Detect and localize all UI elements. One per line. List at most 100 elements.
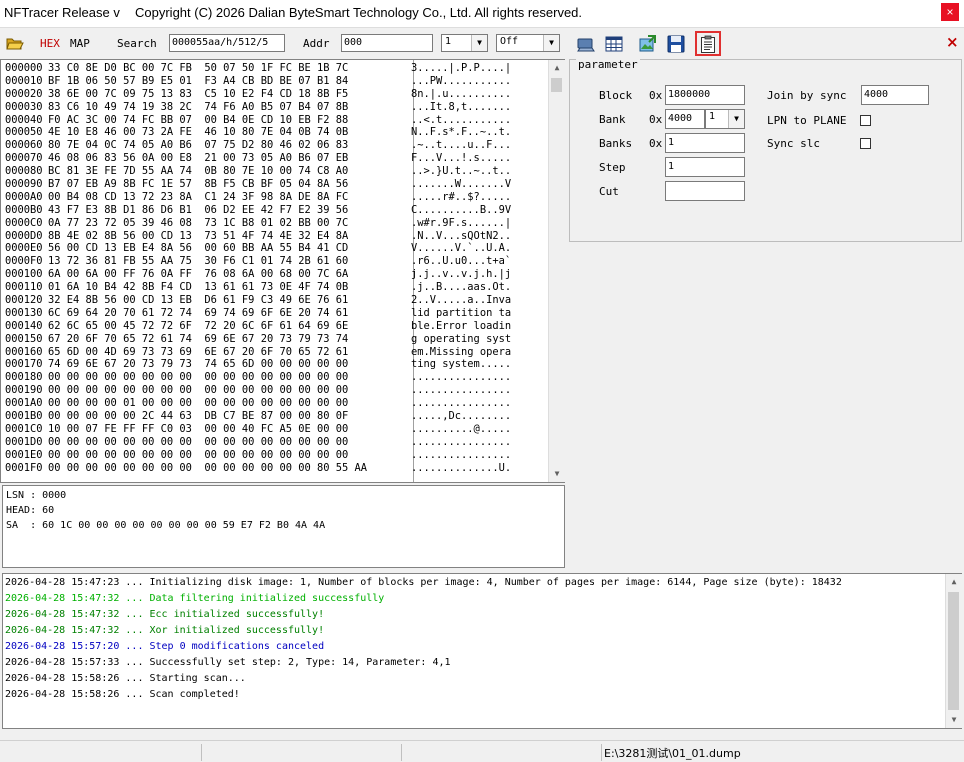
hex-row[interactable]: 0000D0 8B 4E 02 8B 56 00 CD 13 73 51 4F 7…: [5, 230, 529, 243]
hex-row-bytes[interactable]: 65 6D 00 4D 69 73 73 69 6E 67 20 6F 70 6…: [48, 346, 411, 359]
hex-row-ascii[interactable]: 8n.|.u..........: [411, 88, 529, 101]
hex-row-bytes[interactable]: 80 7E 04 0C 74 05 A0 B6 07 75 D2 80 46 0…: [48, 139, 411, 152]
save-icon[interactable]: [666, 34, 686, 54]
hex-row-bytes[interactable]: BF 1B 06 50 57 B9 E5 01 F3 A4 CB BD BE 0…: [48, 75, 411, 88]
hex-row[interactable]: 000070 46 08 06 83 56 0A 00 E8 21 00 73 0…: [5, 152, 529, 165]
hex-row-bytes[interactable]: 33 C0 8E D0 BC 00 7C FB 50 07 50 1F FC B…: [48, 62, 411, 75]
hex-row[interactable]: 0000A0 00 B4 08 CD 13 72 23 8A C1 24 3F 9…: [5, 191, 529, 204]
hex-row-bytes[interactable]: 32 E4 8B 56 00 CD 13 EB D6 61 F9 C3 49 6…: [48, 294, 411, 307]
hex-row-ascii[interactable]: .N..V...sQOtN2..: [411, 230, 529, 243]
hex-row-bytes[interactable]: B7 07 EB A9 8B FC 1E 57 8B F5 CB BF 05 0…: [48, 178, 411, 191]
hex-row-bytes[interactable]: 38 6E 00 7C 09 75 13 83 C5 10 E2 F4 CD 1…: [48, 88, 411, 101]
window-close-button[interactable]: ×: [941, 3, 959, 21]
bank-input[interactable]: 4000: [665, 109, 705, 129]
hex-row-bytes[interactable]: 00 00 00 00 00 00 00 00 00 00 00 00 00 0…: [48, 436, 411, 449]
mode-select[interactable]: Off ▼: [496, 34, 560, 52]
hex-row[interactable]: 000140 62 6C 65 00 45 72 72 6F 72 20 6C 6…: [5, 320, 529, 333]
export-image-icon[interactable]: [638, 34, 658, 54]
disk-drive-icon[interactable]: [576, 34, 596, 54]
hex-row[interactable]: 000110 01 6A 10 B4 42 8B F4 CD 13 61 61 7…: [5, 281, 529, 294]
join-by-sync-input[interactable]: 4000: [861, 85, 929, 105]
hex-row[interactable]: 000050 4E 10 E8 46 00 73 2A FE 46 10 80 7…: [5, 126, 529, 139]
hex-row[interactable]: 000150 67 20 6F 70 65 72 61 74 69 6E 67 2…: [5, 333, 529, 346]
cut-input[interactable]: [665, 181, 745, 201]
hex-row[interactable]: 0000C0 0A 77 23 72 05 39 46 08 73 1C B8 0…: [5, 217, 529, 230]
hex-row-ascii[interactable]: ting system.....: [411, 358, 529, 371]
hex-row-bytes[interactable]: BC 81 3E FE 7D 55 AA 74 0B 80 7E 10 00 7…: [48, 165, 411, 178]
hex-row-bytes[interactable]: 62 6C 65 00 45 72 72 6F 72 20 6C 6F 61 6…: [48, 320, 411, 333]
bank-select[interactable]: 1 ▼: [705, 109, 745, 129]
hex-row-ascii[interactable]: N..F.s*.F..~..t.: [411, 126, 529, 139]
hex-row-ascii[interactable]: ................: [411, 384, 529, 397]
addr-input[interactable]: 000: [341, 34, 433, 52]
hex-row-ascii[interactable]: .w#r.9F.s......|: [411, 217, 529, 230]
hex-row-ascii[interactable]: ble.Error loadin: [411, 320, 529, 333]
hex-row[interactable]: 0000B0 43 F7 E3 8B D1 86 D6 B1 06 D2 EE 4…: [5, 204, 529, 217]
count-select[interactable]: 1 ▼: [441, 34, 488, 52]
hex-row[interactable]: 0001E0 00 00 00 00 00 00 00 00 00 00 00 0…: [5, 449, 529, 462]
hex-row-ascii[interactable]: ................: [411, 449, 529, 462]
hex-row[interactable]: 000100 6A 00 6A 00 FF 76 0A FF 76 08 6A 0…: [5, 268, 529, 281]
hex-row-bytes[interactable]: 00 B4 08 CD 13 72 23 8A C1 24 3F 98 8A D…: [48, 191, 411, 204]
hex-row[interactable]: 000170 74 69 6E 67 20 73 79 73 74 65 6D 0…: [5, 358, 529, 371]
hex-row-ascii[interactable]: .~..t....u..F...: [411, 139, 529, 152]
hex-row[interactable]: 0001C0 10 00 07 FE FF FF C0 03 00 00 40 F…: [5, 423, 529, 436]
hex-row-bytes[interactable]: 46 08 06 83 56 0A 00 E8 21 00 73 05 A0 B…: [48, 152, 411, 165]
hex-row[interactable]: 0001F0 00 00 00 00 00 00 00 00 00 00 00 0…: [5, 462, 529, 475]
hex-row-ascii[interactable]: C..........B..9V: [411, 204, 529, 217]
hex-row-bytes[interactable]: 83 C6 10 49 74 19 38 2C 74 F6 A0 B5 07 B…: [48, 101, 411, 114]
hex-row-ascii[interactable]: ...PW...........: [411, 75, 529, 88]
hex-row[interactable]: 000190 00 00 00 00 00 00 00 00 00 00 00 0…: [5, 384, 529, 397]
hex-row[interactable]: 000060 80 7E 04 0C 74 05 A0 B6 07 75 D2 8…: [5, 139, 529, 152]
hex-row-bytes[interactable]: 4E 10 E8 46 00 73 2A FE 46 10 80 7E 04 0…: [48, 126, 411, 139]
hex-row-bytes[interactable]: 00 00 00 00 01 00 00 00 00 00 00 00 00 0…: [48, 397, 411, 410]
hex-row[interactable]: 000120 32 E4 8B 56 00 CD 13 EB D6 61 F9 C…: [5, 294, 529, 307]
hex-row-ascii[interactable]: 2..V.....a..Inva: [411, 294, 529, 307]
hex-row-ascii[interactable]: ................: [411, 397, 529, 410]
hex-row-bytes[interactable]: 74 69 6E 67 20 73 79 73 74 65 6D 00 00 0…: [48, 358, 411, 371]
hex-row-bytes[interactable]: 00 00 00 00 00 00 00 00 00 00 00 00 00 0…: [48, 449, 411, 462]
log-scrollbar[interactable]: ▲ ▼: [945, 574, 962, 728]
hex-row-ascii[interactable]: .j..B....aas.Ot.: [411, 281, 529, 294]
hex-row[interactable]: 000130 6C 69 64 20 70 61 72 74 69 74 69 6…: [5, 307, 529, 320]
search-input[interactable]: 000055aa/h/512/5: [169, 34, 285, 52]
scroll-up-icon[interactable]: ▲: [946, 574, 962, 590]
hex-row-bytes[interactable]: 67 20 6F 70 65 72 61 74 69 6E 67 20 73 7…: [48, 333, 411, 346]
hex-row-bytes[interactable]: 56 00 CD 13 EB E4 8A 56 00 60 BB AA 55 B…: [48, 242, 411, 255]
hex-row[interactable]: 000080 BC 81 3E FE 7D 55 AA 74 0B 80 7E 1…: [5, 165, 529, 178]
hex-row-ascii[interactable]: ................: [411, 436, 529, 449]
hex-row-bytes[interactable]: 43 F7 E3 8B D1 86 D6 B1 06 D2 EE 42 F7 E…: [48, 204, 411, 217]
hex-row[interactable]: 000010 BF 1B 06 50 57 B9 E5 01 F3 A4 CB B…: [5, 75, 529, 88]
log-horizontal-scrollbar[interactable]: [2, 731, 962, 739]
close-panel-icon[interactable]: ×: [946, 33, 959, 51]
hex-row-bytes[interactable]: 8B 4E 02 8B 56 00 CD 13 73 51 4F 74 4E 3…: [48, 230, 411, 243]
hex-row-bytes[interactable]: 00 00 00 00 00 00 00 00 00 00 00 00 00 0…: [48, 462, 411, 475]
hex-row-ascii[interactable]: .r6..U.u0...t+a`: [411, 255, 529, 268]
hex-row[interactable]: 0001A0 00 00 00 00 01 00 00 00 00 00 00 0…: [5, 397, 529, 410]
hex-scrollbar[interactable]: ▲ ▼: [548, 60, 565, 482]
hex-row-ascii[interactable]: ..>.}U.t..~..t..: [411, 165, 529, 178]
scroll-thumb[interactable]: [551, 78, 562, 92]
scroll-up-icon[interactable]: ▲: [549, 60, 565, 76]
scroll-down-icon[interactable]: ▼: [946, 712, 962, 728]
hex-row-bytes[interactable]: 6A 00 6A 00 FF 76 0A FF 76 08 6A 00 68 0…: [48, 268, 411, 281]
hex-row[interactable]: 000040 F0 AC 3C 00 74 FC BB 07 00 B4 0E C…: [5, 114, 529, 127]
hex-row-ascii[interactable]: em.Missing opera: [411, 346, 529, 359]
hex-row-ascii[interactable]: ................: [411, 371, 529, 384]
hex-row-ascii[interactable]: ...It.8,t.......: [411, 101, 529, 114]
hex-row-ascii[interactable]: lid partition ta: [411, 307, 529, 320]
hex-row-bytes[interactable]: 0A 77 23 72 05 39 46 08 73 1C B8 01 02 B…: [48, 217, 411, 230]
clipboard-button[interactable]: [695, 31, 721, 56]
sync-slc-checkbox[interactable]: [860, 138, 871, 149]
hex-row-bytes[interactable]: F0 AC 3C 00 74 FC BB 07 00 B4 0E CD 10 E…: [48, 114, 411, 127]
hex-row[interactable]: 000090 B7 07 EB A9 8B FC 1E 57 8B F5 CB B…: [5, 178, 529, 191]
hex-row-ascii[interactable]: .....r#..$?.....: [411, 191, 529, 204]
hex-row[interactable]: 0000E0 56 00 CD 13 EB E4 8A 56 00 60 BB A…: [5, 242, 529, 255]
hex-row-bytes[interactable]: 00 00 00 00 00 00 00 00 00 00 00 00 00 0…: [48, 371, 411, 384]
hex-row-bytes[interactable]: 00 00 00 00 00 2C 44 63 DB C7 BE 87 00 0…: [48, 410, 411, 423]
hex-row[interactable]: 0001D0 00 00 00 00 00 00 00 00 00 00 00 0…: [5, 436, 529, 449]
hex-row-bytes[interactable]: 6C 69 64 20 70 61 72 74 69 74 69 6F 6E 2…: [48, 307, 411, 320]
hex-row-ascii[interactable]: j.j..v..v.j.h.|j: [411, 268, 529, 281]
hex-view[interactable]: 000000 33 C0 8E D0 BC 00 7C FB 50 07 50 1…: [0, 59, 565, 483]
hex-row-ascii[interactable]: V......V.`..U.A.: [411, 242, 529, 255]
